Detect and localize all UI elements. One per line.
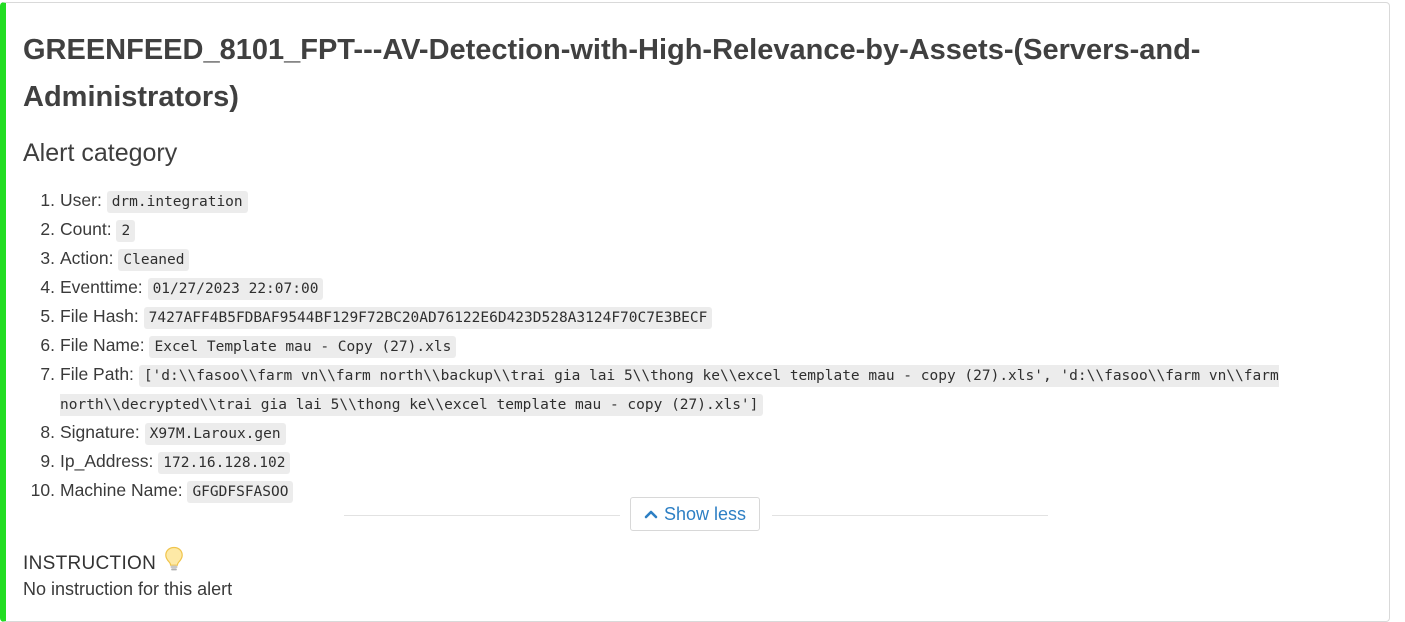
- field-value: 01/27/2023 22:07:00: [147, 278, 324, 300]
- detail-count: 2. Count: 2: [23, 216, 1373, 245]
- item-number: 10.: [30, 480, 55, 500]
- field-label: Ip_Address:: [60, 451, 154, 471]
- detail-action: 3. Action: Cleaned: [23, 245, 1373, 274]
- chevron-up-icon: [644, 509, 658, 519]
- detail-ip-address: 9. Ip_Address: 172.16.128.102: [23, 448, 1373, 477]
- show-less-button[interactable]: Show less: [630, 497, 760, 531]
- alert-category-heading: Alert category: [23, 139, 178, 167]
- field-value: Excel Template mau - Copy (27).xls: [149, 336, 457, 358]
- item-number: 6.: [40, 335, 55, 355]
- show-less-label: Show less: [663, 503, 747, 524]
- detail-eventtime: 4. Eventtime: 01/27/2023 22:07:00: [23, 274, 1373, 303]
- field-label: User:: [60, 190, 102, 210]
- field-label: File Name:: [60, 335, 145, 355]
- alert-details-list: 1. User: drm.integration 2. Count: 2 3. …: [23, 187, 1373, 506]
- instruction-heading-label: INSTRUCTION: [23, 552, 157, 574]
- item-number: 5.: [40, 306, 55, 326]
- alert-title: GREENFEED_8101_FPT---AV-Detection-with-H…: [23, 34, 1201, 113]
- item-number: 7.: [40, 364, 55, 384]
- item-number: 1.: [40, 190, 55, 210]
- item-number: 4.: [40, 277, 55, 297]
- field-label: Count:: [60, 219, 112, 239]
- item-number: 9.: [40, 451, 55, 471]
- field-label: Signature:: [60, 422, 140, 442]
- detail-file-path: 7. File Path: ['d:\\fasoo\\farm vn\\farm…: [23, 361, 1373, 419]
- item-number: 8.: [40, 422, 55, 442]
- field-label: Machine Name:: [60, 480, 183, 500]
- field-value: ['d:\\fasoo\\farm vn\\farm north\\backup…: [60, 365, 1279, 416]
- field-value: 172.16.128.102: [158, 452, 291, 474]
- field-value: X97M.Laroux.gen: [144, 423, 286, 445]
- item-number: 2.: [40, 219, 55, 239]
- field-label: File Path:: [60, 364, 134, 384]
- detail-file-hash: 5. File Hash: 7427AFF4B5FDBAF9544BF129F7…: [23, 303, 1373, 332]
- divider-left: [344, 515, 620, 516]
- field-value: 2: [116, 220, 136, 242]
- field-value: GFGDFSFASOO: [187, 481, 294, 503]
- field-label: Eventtime:: [60, 277, 143, 297]
- field-label: Action:: [60, 248, 114, 268]
- detail-signature: 8. Signature: X97M.Laroux.gen: [23, 419, 1373, 448]
- field-value: Cleaned: [118, 249, 190, 271]
- detail-file-name: 6. File Name: Excel Template mau - Copy …: [23, 332, 1373, 361]
- field-value: 7427AFF4B5FDBAF9544BF129F72BC20AD76122E6…: [143, 307, 713, 329]
- divider-right: [772, 515, 1048, 516]
- instruction-text: No instruction for this alert: [23, 579, 233, 599]
- item-number: 3.: [40, 248, 55, 268]
- field-value: drm.integration: [106, 191, 248, 213]
- field-label: File Hash:: [60, 306, 139, 326]
- alert-card: GREENFEED_8101_FPT---AV-Detection-with-H…: [0, 2, 1390, 622]
- detail-user: 1. User: drm.integration: [23, 187, 1373, 216]
